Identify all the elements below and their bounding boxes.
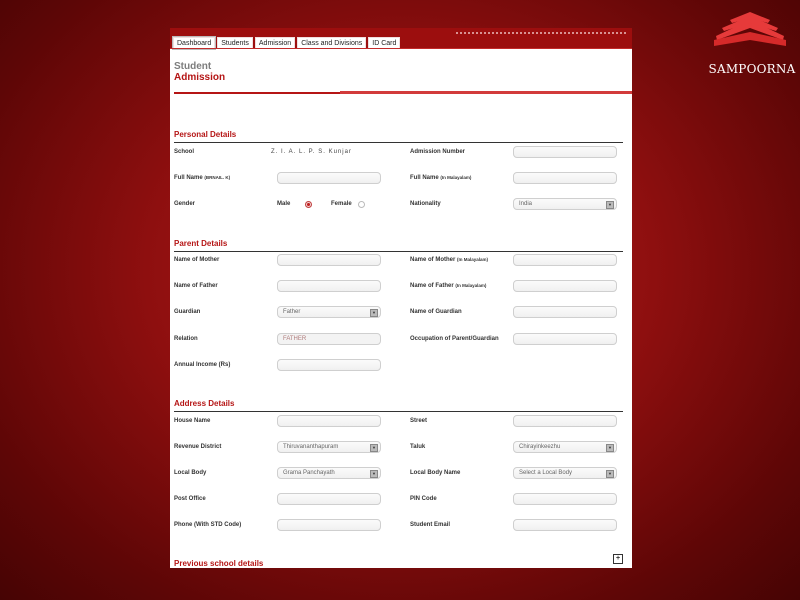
guardian-value: Father [283, 309, 301, 315]
admission-number-label: Admission Number [410, 149, 466, 155]
pin-code-label: PIN Code [410, 496, 437, 502]
phone-input[interactable] [277, 519, 381, 531]
section-previous-school: Previous school details [174, 553, 623, 568]
guardian-name-label: Name of Guardian [410, 309, 462, 315]
nationality-value: India [519, 201, 533, 207]
occupation-label: Occupation of Parent/Guardian [410, 336, 499, 342]
chevron-down-icon: ▼ [370, 444, 378, 452]
mother-name-ml-label-text: Name of Mother [410, 257, 456, 263]
expand-button[interactable]: + [613, 554, 623, 564]
local-body-value: Grama Panchayath [283, 470, 335, 476]
chevron-down-icon: ▼ [606, 444, 614, 452]
house-name-label: House Name [174, 418, 211, 424]
page-title-line2: Admission [174, 72, 226, 83]
relation-label: Relation [174, 336, 198, 342]
full-name-hint: (BRNAIL. K) [204, 175, 231, 180]
page-title-line1: Student [174, 61, 212, 72]
section-parent: Parent Details [174, 233, 623, 252]
gender-label: Gender [174, 201, 196, 207]
mother-name-ml-label: Name of Mother (In Malayalam) [410, 257, 488, 263]
top-bar: Dashboard Students Admission Class and D… [170, 28, 632, 50]
post-office-label: Post Office [174, 496, 206, 502]
section-personal-title: Personal Details [174, 130, 237, 139]
section-personal: Personal Details [174, 124, 623, 143]
brand-name: SAMPOORNA [708, 62, 796, 76]
chevron-down-icon: ▼ [606, 201, 614, 209]
local-body-select[interactable]: Grama Panchayath ▼ [277, 467, 381, 479]
pin-code-input[interactable] [513, 493, 617, 505]
student-email-input[interactable] [513, 519, 617, 531]
street-input[interactable] [513, 415, 617, 427]
annual-income-input[interactable] [277, 359, 381, 371]
father-name-label: Name of Father [174, 283, 218, 289]
father-name-input[interactable] [277, 280, 381, 292]
top-links [456, 28, 626, 34]
student-email-label: Student Email [410, 522, 451, 528]
local-body-name-value: Select a Local Body [519, 470, 573, 476]
chevron-down-icon: ▼ [606, 470, 614, 478]
section-parent-title: Parent Details [174, 239, 228, 248]
local-body-name-label: Local Body Name [410, 470, 461, 476]
chevron-down-icon: ▼ [370, 309, 378, 317]
chevron-down-icon: ▼ [370, 470, 378, 478]
guardian-name-input[interactable] [513, 306, 617, 318]
mother-name-ml-hint: (In Malayalam) [457, 257, 489, 262]
father-name-ml-label: Name of Father (In Malayalam) [410, 283, 486, 289]
gender-male-radio[interactable] [305, 201, 312, 208]
taluk-label: Taluk [410, 444, 426, 450]
phone-label: Phone (With STD Code) [174, 522, 242, 528]
mother-name-ml-input[interactable] [513, 254, 617, 266]
relation-value: FATHER [283, 336, 307, 342]
full-name-ml-hint: (In Malayalam) [440, 175, 472, 180]
nationality-select[interactable]: India ▼ [513, 198, 617, 210]
house-name-input[interactable] [277, 415, 381, 427]
full-name-label: Full Name (BRNAIL. K) [174, 175, 230, 181]
school-label: School [174, 149, 195, 155]
full-name-ml-label-text: Full Name [410, 175, 439, 181]
post-office-input[interactable] [277, 493, 381, 505]
sampoorna-logo: SAMPOORNA [706, 10, 795, 76]
annual-income-label: Annual Income (Rs) [174, 362, 231, 368]
local-body-label: Local Body [174, 470, 207, 476]
taluk-value: Chirayinkeezhu [519, 444, 561, 450]
revenue-district-label: Revenue District [174, 444, 222, 450]
full-name-input[interactable] [277, 172, 381, 184]
mother-name-label: Name of Mother [174, 257, 220, 263]
taluk-select[interactable]: Chirayinkeezhu ▼ [513, 441, 617, 453]
father-name-ml-input[interactable] [513, 280, 617, 292]
relation-input[interactable]: FATHER [277, 333, 381, 345]
page-title: Student Admission [174, 61, 225, 83]
gender-male-label: Male [277, 201, 291, 207]
full-name-ml-input[interactable] [513, 172, 617, 184]
gender-female-radio[interactable] [358, 201, 365, 208]
title-divider-accent [340, 91, 632, 94]
nationality-label: Nationality [410, 201, 441, 207]
mother-name-input[interactable] [277, 254, 381, 266]
gender-female-label: Female [331, 201, 352, 207]
full-name-ml-label: Full Name (In Malayalam) [410, 175, 471, 181]
open-book-icon [714, 12, 786, 46]
school-value: Z. I. A. L. P. S. Kunjar [271, 149, 352, 155]
section-previous-title: Previous school details [174, 559, 264, 568]
full-name-label-text: Full Name [174, 175, 203, 181]
occupation-input[interactable] [513, 333, 617, 345]
street-label: Street [410, 418, 428, 424]
admission-form-screenshot: Dashboard Students Admission Class and D… [170, 28, 632, 568]
father-name-ml-label-text: Name of Father [410, 283, 454, 289]
section-address: Address Details [174, 393, 623, 412]
admission-number-input[interactable] [513, 146, 617, 158]
revenue-district-value: Thiruvananthapuram [283, 444, 339, 450]
nav-underline [170, 48, 632, 49]
guardian-label: Guardian [174, 309, 201, 315]
guardian-select[interactable]: Father ▼ [277, 306, 381, 318]
revenue-district-select[interactable]: Thiruvananthapuram ▼ [277, 441, 381, 453]
local-body-name-select[interactable]: Select a Local Body ▼ [513, 467, 617, 479]
father-name-ml-hint: (In Malayalam) [455, 283, 487, 288]
section-address-title: Address Details [174, 399, 235, 408]
